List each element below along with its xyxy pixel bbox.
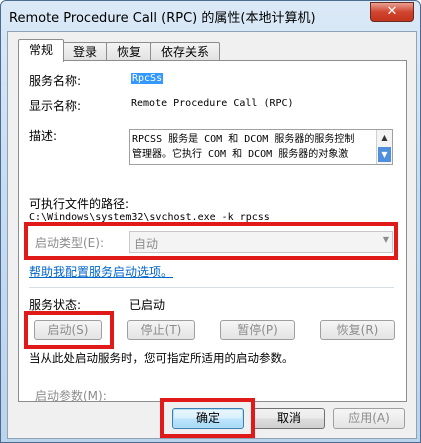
tab-dependencies[interactable]: 依存关系	[150, 42, 220, 61]
title-bar[interactable]: Remote Procedure Call (RPC) 的属性(本地计算机) ✕	[1, 1, 420, 31]
tab-recovery[interactable]: 恢复	[106, 42, 152, 61]
scroll-up-icon[interactable]: ▲	[378, 130, 391, 145]
ok-button-highlight	[160, 398, 255, 438]
start-button-highlight	[24, 311, 114, 349]
description-scrollbar[interactable]: ▲ ▼	[376, 130, 392, 164]
startup-help-link[interactable]: 帮助我配置服务启动选项。	[29, 263, 173, 280]
service-status-value: 已启动	[129, 298, 166, 312]
description-text: RPCSS 服务是 COM 和 DCOM 服务器的服务控制 管理器。它执行 CO…	[132, 132, 376, 162]
close-icon[interactable]: ✕	[370, 2, 414, 22]
service-name-value[interactable]: RpcSs	[131, 73, 164, 84]
pause-button[interactable]: 暂停(P)	[220, 320, 295, 340]
tab-general[interactable]: 常规	[18, 39, 64, 62]
stop-button[interactable]: 停止(T)	[127, 320, 195, 340]
tab-logon[interactable]: 登录	[62, 42, 108, 61]
properties-dialog: Remote Procedure Call (RPC) 的属性(本地计算机) ✕…	[0, 0, 421, 443]
startup-type-highlight	[24, 222, 398, 260]
apply-button[interactable]: 应用(A)	[333, 408, 405, 429]
start-params-hint: 当从此处启动服务时，您可指定所适用的启动参数。	[29, 351, 294, 365]
scroll-down-icon[interactable]: ▼	[378, 147, 391, 162]
description-line-2: 管理器。它执行 COM 和 DCOM 服务器的对象激	[132, 149, 349, 160]
start-params-label: 启动参数(M):	[35, 389, 107, 403]
description-label: 描述:	[29, 129, 58, 143]
window-title: Remote Procedure Call (RPC) 的属性(本地计算机)	[9, 11, 316, 26]
display-name-value[interactable]: Remote Procedure Call (RPC)	[131, 98, 294, 109]
description-textbox[interactable]: RPCSS 服务是 COM 和 DCOM 服务器的服务控制 管理器。它执行 CO…	[129, 129, 393, 165]
exe-path-label: 可执行文件的路径:	[29, 197, 130, 211]
service-name-label: 服务名称:	[29, 74, 82, 88]
general-panel: 服务名称: RpcSs 显示名称: Remote Procedure Call …	[18, 60, 407, 403]
display-name-label: 显示名称:	[29, 99, 82, 113]
divider-top	[29, 287, 394, 288]
resume-button[interactable]: 恢复(R)	[320, 320, 395, 340]
dialog-client: 常规 登录 恢复 依存关系 服务名称: RpcSs 显示名称: Remote P…	[7, 31, 417, 439]
cancel-button[interactable]: 取消	[253, 408, 325, 429]
description-line-1: RPCSS 服务是 COM 和 DCOM 服务器的服务控制	[132, 134, 355, 145]
